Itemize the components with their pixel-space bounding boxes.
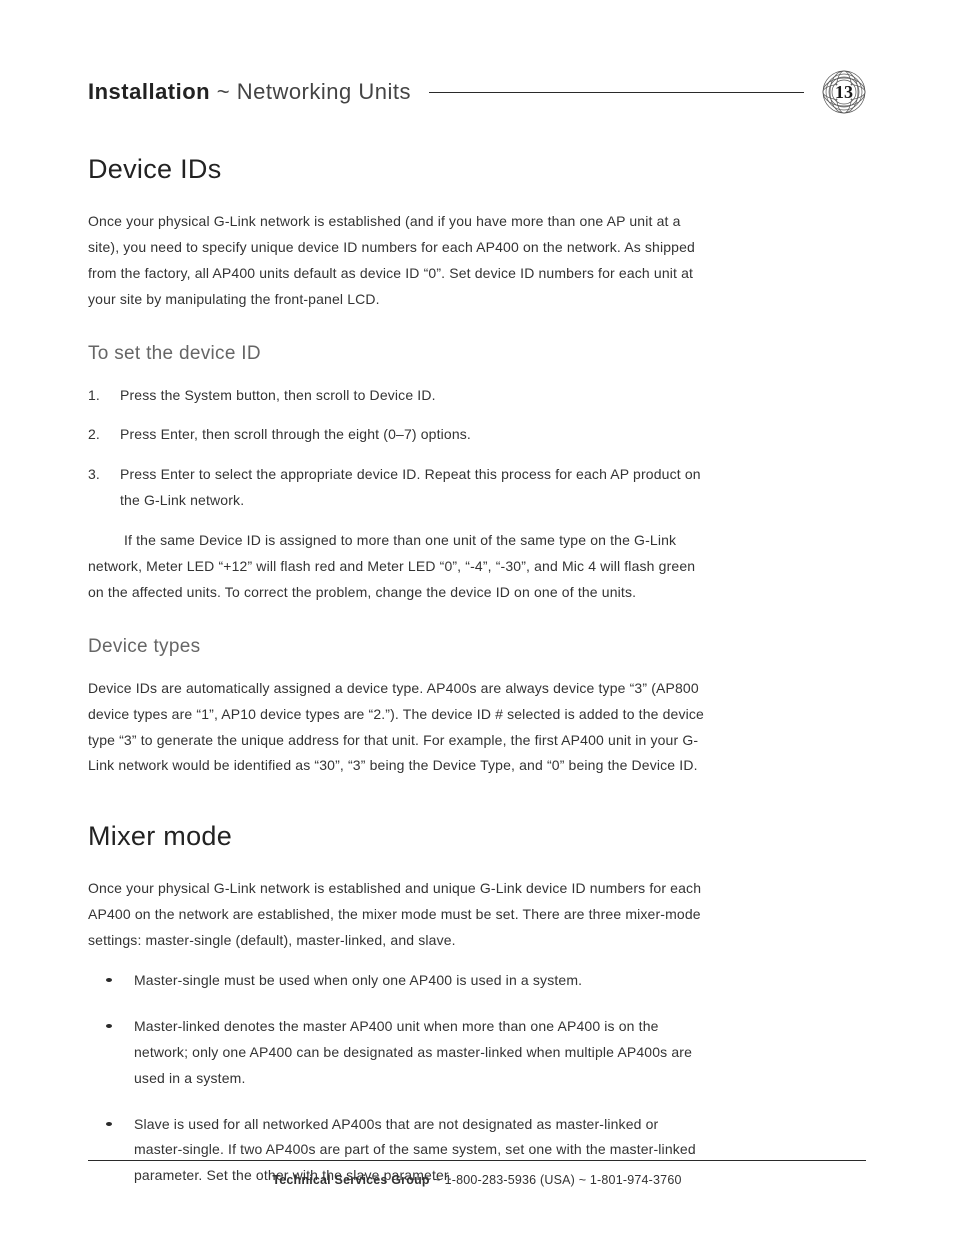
list-item: 1. Press the System button, then scroll t… xyxy=(88,383,708,409)
bullet-text: Master-single must be used when only one… xyxy=(134,968,582,994)
step-number: 3. xyxy=(88,462,106,514)
header-title: Installation ~ Networking Units xyxy=(88,79,411,105)
bullet-icon xyxy=(106,1122,112,1126)
bullet-icon xyxy=(106,1024,112,1028)
heading-device-ids: Device IDs xyxy=(88,154,866,185)
device-id-conflict-note: If the same Device ID is assigned to mor… xyxy=(88,528,708,606)
device-ids-intro: Once your physical G-Link network is est… xyxy=(88,209,708,313)
footer-label: Technical Services Group xyxy=(272,1173,429,1187)
page-footer: Technical Services Group ~ 1-800-283-593… xyxy=(88,1160,866,1187)
list-item: 3. Press Enter to select the appropriate … xyxy=(88,462,708,514)
page-number-badge-icon: 13 xyxy=(822,70,866,114)
header-title-strong: Installation xyxy=(88,79,210,104)
page: Installation ~ Networking Units xyxy=(0,0,954,1235)
heading-set-device-id: To set the device ID xyxy=(88,343,866,365)
step-text: Press Enter to select the appropriate de… xyxy=(120,462,708,514)
bullet-text: Master-linked denotes the master AP400 u… xyxy=(134,1014,708,1092)
mixer-mode-intro: Once your physical G-Link network is est… xyxy=(88,876,708,954)
step-number: 2. xyxy=(88,422,106,448)
footer-rest: ~ 1-800-283-5936 (USA) ~ 1-801-974-3760 xyxy=(430,1173,682,1187)
device-types-body: Device IDs are automatically assigned a … xyxy=(88,676,708,780)
set-device-id-steps: 1. Press the System button, then scroll t… xyxy=(88,383,708,515)
step-number: 1. xyxy=(88,383,106,409)
list-item: Master-single must be used when only one… xyxy=(88,968,708,994)
header-title-rest: Networking Units xyxy=(237,79,411,104)
bullet-icon xyxy=(106,978,112,982)
list-item: Master-linked denotes the master AP400 u… xyxy=(88,1014,708,1092)
page-number: 13 xyxy=(835,82,853,102)
heading-device-types: Device types xyxy=(88,636,866,658)
header-title-sep: ~ xyxy=(210,79,237,104)
mixer-mode-bullets: Master-single must be used when only one… xyxy=(88,968,708,1189)
heading-mixer-mode: Mixer mode xyxy=(88,821,866,852)
list-item: 2. Press Enter, then scroll through the e… xyxy=(88,422,708,448)
page-header: Installation ~ Networking Units xyxy=(88,70,866,114)
step-text: Press the System button, then scroll to … xyxy=(120,383,436,409)
step-text: Press Enter, then scroll through the eig… xyxy=(120,422,471,448)
header-rule xyxy=(429,92,804,93)
